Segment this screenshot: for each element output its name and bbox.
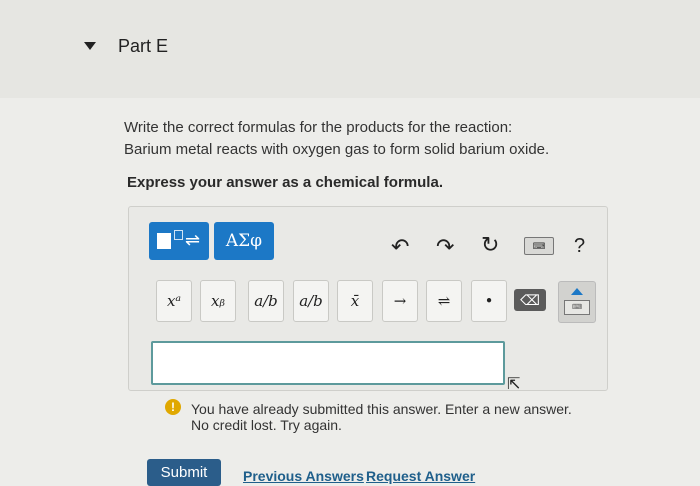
part-header <box>0 0 700 98</box>
subscript-button[interactable]: xᵦ <box>200 280 236 322</box>
feedback-line-1: You have already submitted this answer. … <box>191 401 572 417</box>
help-button[interactable]: ? <box>574 235 585 258</box>
chevron-up-icon <box>571 288 583 295</box>
greek-symbols-button[interactable]: ΑΣφ <box>214 222 274 260</box>
answer-instruction: Express your answer as a chemical formul… <box>127 174 443 191</box>
template-equals-icon: ⇌ <box>185 230 201 250</box>
answer-input[interactable] <box>151 341 505 385</box>
mouse-cursor-icon: ⇱ <box>507 376 521 393</box>
template-square-icon <box>157 233 171 249</box>
request-answer-link[interactable]: Request Answer <box>366 468 475 484</box>
warning-icon: ! <box>165 399 181 415</box>
submit-button[interactable]: Submit <box>147 459 221 486</box>
mean-button[interactable]: x̄ <box>337 280 373 322</box>
delete-icon[interactable]: ⌫ <box>514 289 546 311</box>
fraction-button[interactable]: a/b <box>248 280 284 322</box>
keyboard-shortcuts-icon[interactable]: ⌨ <box>524 237 554 255</box>
keyboard-button[interactable]: ⌨ <box>558 281 596 323</box>
question-line-1: Write the correct formulas for the produ… <box>124 119 513 136</box>
keyboard-icon: ⌨ <box>564 300 590 315</box>
part-title: Part E <box>118 36 169 56</box>
fraction-line-button[interactable]: a/b <box>293 280 329 322</box>
previous-answers-link[interactable]: Previous Answers <box>243 468 364 484</box>
template-small-square-icon <box>174 230 183 240</box>
equilibrium-button[interactable]: ⇌ <box>426 280 462 322</box>
question-line-2: Barium metal reacts with oxygen gas to f… <box>124 141 550 158</box>
arrow-button[interactable]: → <box>382 280 418 322</box>
reset-icon[interactable]: ↻ <box>481 232 499 258</box>
redo-icon[interactable]: ↷ <box>436 234 454 260</box>
feedback-line-2: No credit lost. Try again. <box>191 417 342 433</box>
superscript-button[interactable]: xᵃ <box>156 280 192 322</box>
templates-button[interactable]: ⇌ <box>149 222 209 260</box>
undo-icon[interactable]: ↶ <box>391 234 409 260</box>
collapse-caret-icon[interactable] <box>84 42 96 50</box>
dot-button[interactable]: • <box>471 280 507 322</box>
